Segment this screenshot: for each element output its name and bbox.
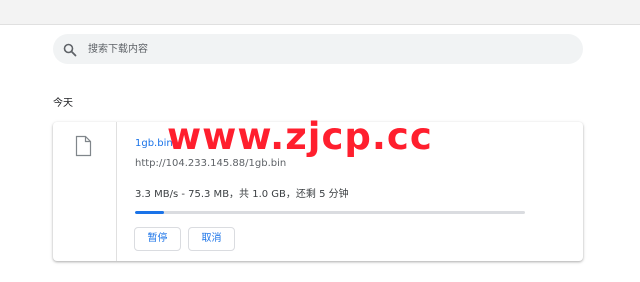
cancel-button[interactable]: 取消 bbox=[188, 227, 235, 251]
download-progress-fill bbox=[135, 211, 164, 214]
search-bar[interactable] bbox=[53, 34, 583, 64]
file-icon bbox=[75, 135, 92, 157]
file-icon-column bbox=[53, 122, 117, 261]
top-bar bbox=[0, 0, 640, 24]
top-divider bbox=[0, 24, 640, 25]
download-progress-text: 3.3 MB/s - 75.3 MB，共 1.0 GB，还剩 5 分钟 bbox=[135, 189, 349, 200]
section-title-today: 今天 bbox=[53, 98, 73, 109]
download-url: http://104.233.145.88/1gb.bin bbox=[135, 158, 287, 169]
pause-button[interactable]: 暂停 bbox=[134, 227, 181, 251]
watermark-text: www.zjcp.cc bbox=[167, 115, 433, 158]
download-progress-bar bbox=[135, 211, 525, 214]
search-icon bbox=[63, 42, 77, 57]
search-input[interactable] bbox=[88, 34, 568, 64]
